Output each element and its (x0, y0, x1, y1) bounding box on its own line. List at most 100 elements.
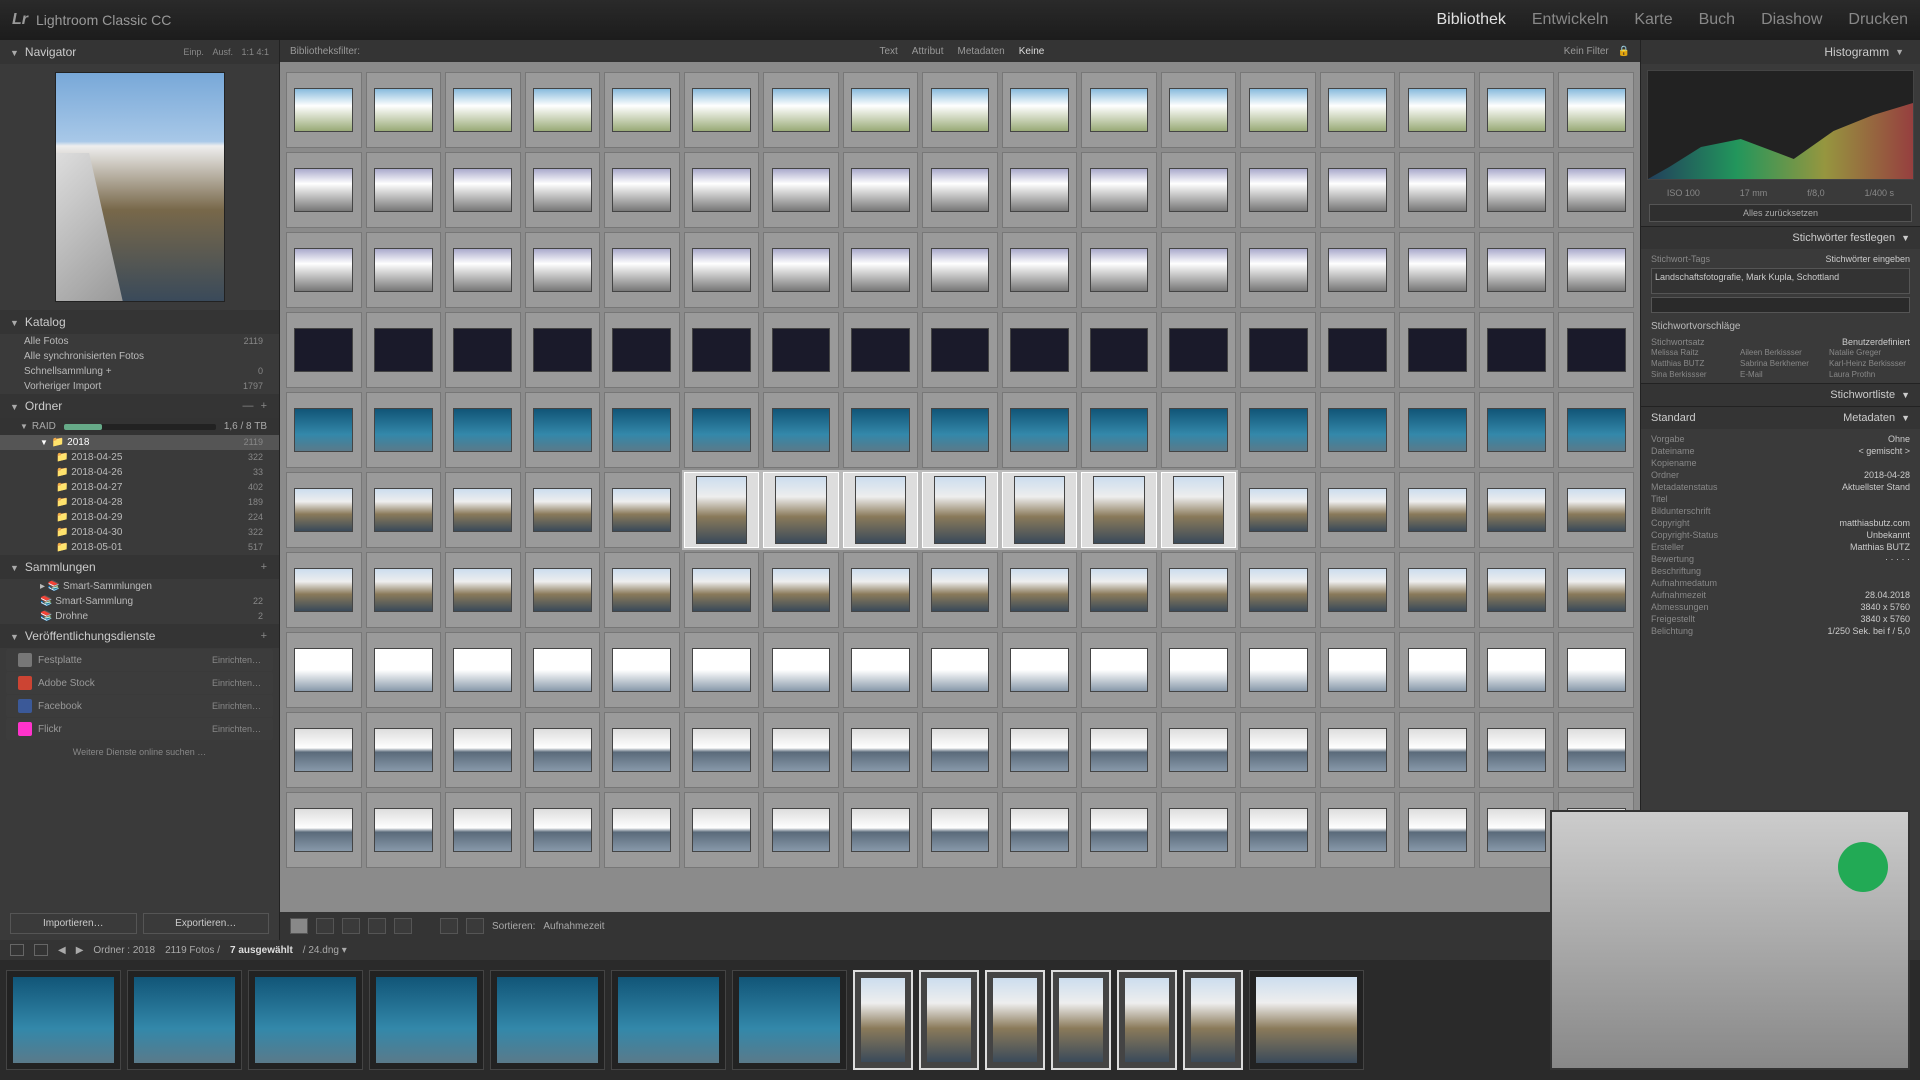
thumbnail-cell[interactable] (763, 72, 839, 148)
thumbnail-cell[interactable] (684, 552, 760, 628)
thumbnail-cell[interactable] (1240, 712, 1316, 788)
thumbnail-cell[interactable] (763, 712, 839, 788)
thumbnail-cell[interactable] (445, 632, 521, 708)
thumbnail-cell[interactable] (525, 152, 601, 228)
thumbnail-cell[interactable] (1320, 232, 1396, 308)
thumbnail-cell[interactable] (1081, 472, 1157, 548)
lock-icon[interactable]: 🔒 (1618, 46, 1630, 57)
thumbnail-cell[interactable] (763, 312, 839, 388)
thumbnail-cell[interactable] (922, 312, 998, 388)
thumbnail-cell[interactable] (604, 792, 680, 868)
thumbnail-cell[interactable] (1161, 792, 1237, 868)
thumbnail-cell[interactable] (1479, 472, 1555, 548)
filmstrip-thumb[interactable] (732, 970, 847, 1070)
painter-icon[interactable] (440, 918, 458, 934)
thumbnail-cell[interactable] (1558, 712, 1634, 788)
catalog-item[interactable]: Vorheriger Import1797 (0, 379, 279, 394)
thumbnail-cell[interactable] (1161, 392, 1237, 468)
keyword-suggestion[interactable]: Karl-Heinz Berkissser (1829, 359, 1910, 368)
folder-date-item[interactable]: 📁 2018-05-01517 (0, 540, 279, 555)
navigator-preview[interactable] (55, 72, 225, 302)
thumbnail-cell[interactable] (445, 472, 521, 548)
thumbnail-cell[interactable] (525, 312, 601, 388)
thumbnail-cell[interactable] (1399, 232, 1475, 308)
publish-service-row[interactable]: FestplatteEinrichten… (6, 649, 273, 671)
thumbnail-cell[interactable] (1161, 552, 1237, 628)
thumbnail-cell[interactable] (286, 472, 362, 548)
metadata-row[interactable]: MetadatenstatusAktuellster Stand (1651, 481, 1910, 493)
thumbnail-cell[interactable] (843, 72, 919, 148)
status-path[interactable]: Ordner : 2018 (93, 945, 155, 956)
filter-attribute[interactable]: Attribut (912, 46, 944, 57)
filter-text[interactable]: Text (879, 46, 897, 57)
thumbnail-cell[interactable] (1002, 552, 1078, 628)
keyword-suggestion[interactable]: Melissa Raitz (1651, 348, 1732, 357)
thumbnail-cell[interactable] (1161, 72, 1237, 148)
thumbnail-cell[interactable] (525, 792, 601, 868)
metadata-row[interactable]: VorgabeOhne (1651, 433, 1910, 445)
metadata-row[interactable]: Beschriftung (1651, 565, 1910, 577)
thumbnail-cell[interactable] (525, 72, 601, 148)
thumbnail-cell[interactable] (604, 232, 680, 308)
thumbnail-cell[interactable] (1002, 632, 1078, 708)
thumbnail-cell[interactable] (1479, 152, 1555, 228)
thumbnail-cell[interactable] (1240, 152, 1316, 228)
thumbnail-cell[interactable] (604, 472, 680, 548)
view-survey-icon[interactable] (368, 918, 386, 934)
keyword-suggestion[interactable]: Natalie Greger (1829, 348, 1910, 357)
folder-date-item[interactable]: 📁 2018-04-28189 (0, 495, 279, 510)
thumbnail-cell[interactable] (1240, 552, 1316, 628)
thumbnail-cell[interactable] (286, 232, 362, 308)
thumbnail-cell[interactable] (1002, 152, 1078, 228)
publish-service-row[interactable]: Adobe StockEinrichten… (6, 672, 273, 694)
publish-header[interactable]: ▼Veröffentlichungsdienste + (0, 624, 279, 648)
catalog-item[interactable]: Alle synchronisierten Fotos (0, 349, 279, 364)
nav-back-icon[interactable]: ◀ (58, 945, 66, 956)
thumbnail-cell[interactable] (1081, 392, 1157, 468)
thumbnail-cell[interactable] (1558, 472, 1634, 548)
thumbnail-cell[interactable] (604, 152, 680, 228)
folder-date-item[interactable]: 📁 2018-04-30322 (0, 525, 279, 540)
thumbnail-cell[interactable] (1479, 632, 1555, 708)
thumbnail-cell[interactable] (525, 392, 601, 468)
grid-view-icon[interactable] (34, 944, 48, 956)
thumbnail-cell[interactable] (843, 712, 919, 788)
keyword-suggestion[interactable]: Laura Prothn (1829, 370, 1910, 379)
keyword-suggestion[interactable]: Sina Berkissser (1651, 370, 1732, 379)
thumbnail-cell[interactable] (922, 472, 998, 548)
collection-item[interactable]: 📚 Drohne2 (0, 609, 279, 624)
module-library[interactable]: Bibliothek (1436, 11, 1505, 29)
module-book[interactable]: Buch (1699, 11, 1735, 29)
thumbnail-cell[interactable] (763, 472, 839, 548)
thumbnail-cell[interactable] (445, 232, 521, 308)
thumbnail-cell[interactable] (1399, 552, 1475, 628)
thumbnail-cell[interactable] (1002, 392, 1078, 468)
keywording-header[interactable]: Stichwörter festlegen▼ (1641, 227, 1920, 249)
sort-value[interactable]: Aufnahmezeit (543, 921, 604, 932)
metadata-header[interactable]: Standard Metadaten▼ (1641, 407, 1920, 429)
thumbnail-cell[interactable] (1479, 792, 1555, 868)
thumbnail-cell[interactable] (1081, 72, 1157, 148)
histogram-header[interactable]: Histogramm ▼ (1641, 40, 1920, 64)
folder-date-item[interactable]: 📁 2018-04-27402 (0, 480, 279, 495)
navigator-header[interactable]: ▼Navigator Einp. Ausf. 1:1 4:1 (0, 40, 279, 64)
filmstrip-thumb[interactable] (248, 970, 363, 1070)
thumbnail-cell[interactable] (1161, 232, 1237, 308)
collections-add-icon[interactable]: + (261, 561, 269, 573)
thumbnail-cell[interactable] (604, 72, 680, 148)
thumbnail-cell[interactable] (366, 552, 442, 628)
thumbnail-cell[interactable] (286, 152, 362, 228)
thumbnail-cell[interactable] (763, 792, 839, 868)
thumbnail-cell[interactable] (1002, 792, 1078, 868)
thumbnail-cell[interactable] (445, 312, 521, 388)
publish-service-row[interactable]: FlickrEinrichten… (6, 718, 273, 740)
thumbnail-cell[interactable] (1558, 392, 1634, 468)
thumbnail-cell[interactable] (286, 72, 362, 148)
thumbnail-cell[interactable] (1081, 792, 1157, 868)
thumbnail-cell[interactable] (445, 152, 521, 228)
keyword-suggestion[interactable]: E-Mail (1740, 370, 1821, 379)
filmstrip-thumb[interactable] (1117, 970, 1177, 1070)
thumbnail-cell[interactable] (1558, 632, 1634, 708)
folder-date-item[interactable]: 📁 2018-04-2633 (0, 465, 279, 480)
folder-date-item[interactable]: 📁 2018-04-25322 (0, 450, 279, 465)
